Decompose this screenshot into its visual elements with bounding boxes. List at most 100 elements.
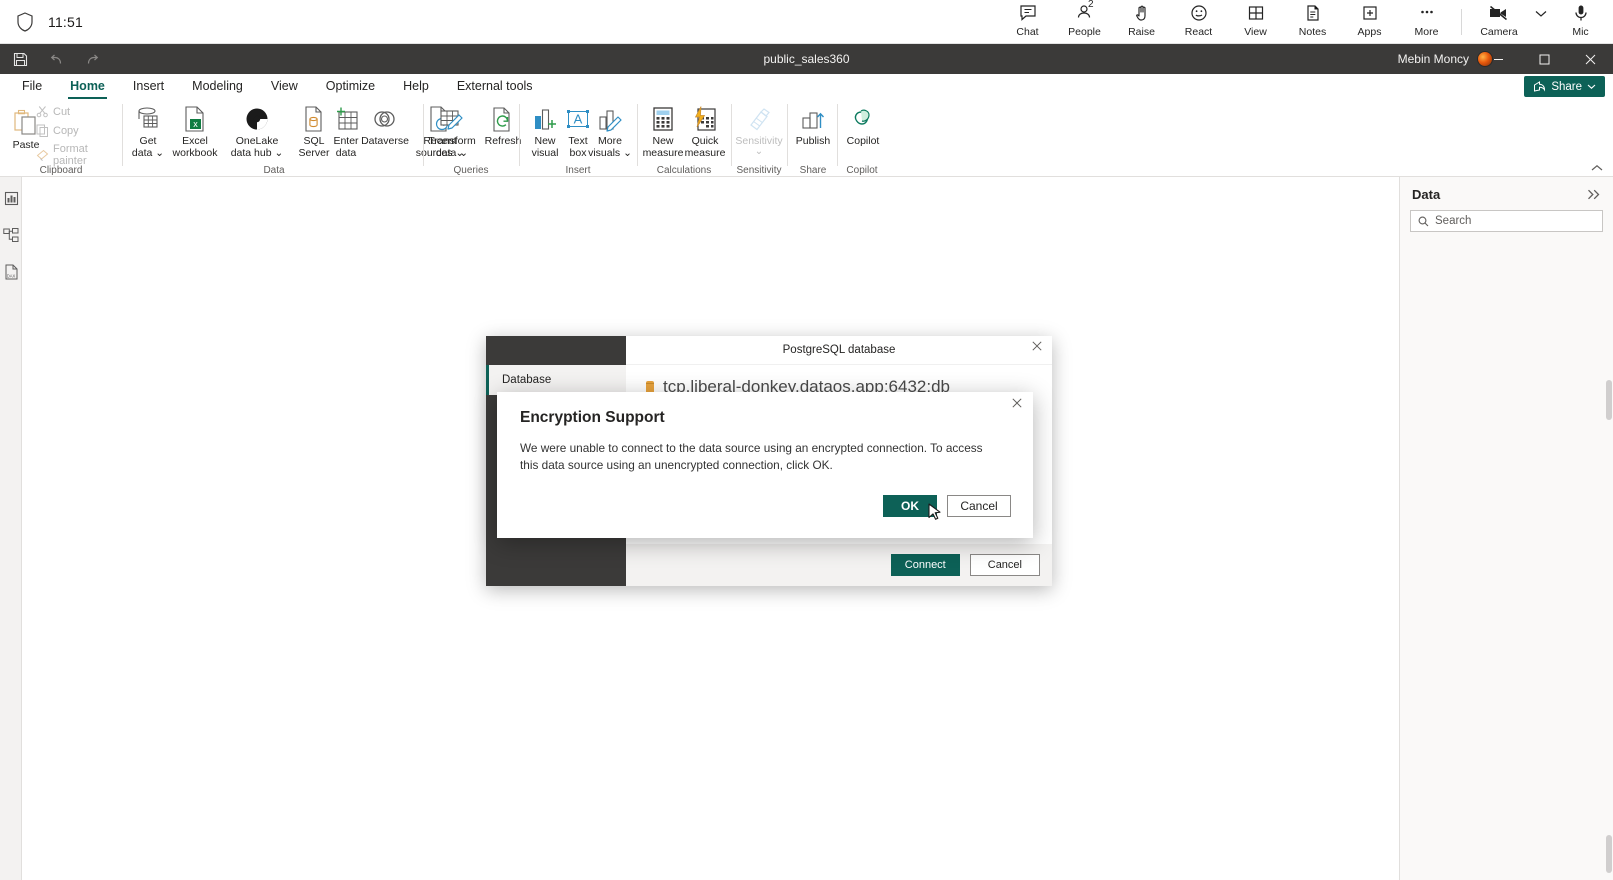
sidebar-item-dax-query-view[interactable]: DAX — [0, 256, 22, 288]
ribbon-divider — [731, 104, 732, 166]
sidebar-item-report-view[interactable] — [0, 182, 22, 214]
save-icon[interactable] — [8, 47, 32, 71]
redo-icon[interactable] — [80, 47, 104, 71]
data-pane-title: Data — [1412, 187, 1441, 202]
teams-react-button[interactable]: React — [1170, 0, 1227, 44]
teams-notes-label: Notes — [1298, 26, 1327, 38]
onelake-data-hub-icon — [244, 103, 270, 133]
format-painter-label: Format painter — [53, 143, 88, 167]
teams-more-label: More — [1414, 26, 1439, 38]
teams-more-button[interactable]: More — [1398, 0, 1455, 44]
excel-label-1: Excel — [182, 135, 208, 147]
teams-people-button[interactable]: 2 People — [1056, 0, 1113, 44]
tab-modeling[interactable]: Modeling — [178, 74, 257, 99]
quick-measure-label-1: Quick — [691, 135, 719, 147]
postgres-cancel-button[interactable]: Cancel — [969, 554, 1040, 576]
tab-optimize[interactable]: Optimize — [312, 74, 389, 99]
vertical-scrollbar-thumb[interactable] — [1606, 380, 1612, 420]
teams-notes-button[interactable]: Notes — [1284, 0, 1341, 44]
share-icon — [1533, 80, 1546, 93]
ok-button[interactable]: OK — [883, 495, 937, 517]
tab-file[interactable]: File — [8, 74, 56, 99]
ribbon-group-data: Get data ⌄ x Excel workbook OneLake data hu… — [124, 99, 464, 177]
text-box-label-2: box — [569, 146, 587, 159]
new-measure-button[interactable]: New measure — [639, 103, 687, 159]
close-button[interactable] — [1567, 44, 1613, 74]
dataverse-button[interactable]: Dataverse — [356, 103, 414, 148]
get-data-button[interactable]: Get data ⌄ — [124, 103, 172, 159]
tab-help[interactable]: Help — [389, 74, 443, 99]
connect-button[interactable]: Connect — [890, 554, 960, 576]
transform-data-button[interactable]: Transform data ⌄ — [425, 103, 479, 159]
ribbon-body: Paste Cut Copy Format painter Clipboard … — [0, 99, 1613, 177]
postgres-dialog-title: PostgreSQL database — [782, 344, 896, 356]
dax-query-icon: DAX — [4, 264, 19, 280]
teams-react-label: React — [1184, 26, 1213, 38]
vertical-scrollbar-thumb-lower[interactable] — [1606, 835, 1612, 873]
teams-toolbar-left: 11:51 — [8, 0, 83, 44]
ribbon-group-insert: New visual A Text box More visuals ⌄ Insert — [521, 99, 635, 177]
sensitivity-button[interactable]: Sensitivity ⌄ — [733, 103, 785, 156]
ribbon-tab-strip: File Home Insert Modeling View Optimize … — [0, 74, 1613, 99]
svg-text:DAX: DAX — [6, 274, 15, 279]
more-visuals-button[interactable]: More visuals ⌄ — [585, 103, 635, 159]
encryption-dialog-actions: OK Cancel — [883, 495, 1011, 517]
maximize-button[interactable] — [1521, 44, 1567, 74]
notes-icon — [1303, 0, 1323, 26]
postgres-dialog-actions: Connect Cancel — [890, 554, 1040, 576]
teams-raise-hand-button[interactable]: Raise — [1113, 0, 1170, 44]
onelake-data-hub-button[interactable]: OneLake data hub ⌄ — [227, 103, 287, 159]
collapse-ribbon-button[interactable] — [1591, 164, 1603, 172]
more-visuals-label-2: visuals — [588, 146, 621, 159]
chevron-down-icon: ⌄ — [754, 145, 764, 157]
publish-button[interactable]: Publish — [789, 103, 837, 148]
quick-measure-button[interactable]: Quick measure — [681, 103, 729, 159]
teams-apps-button[interactable]: Apps — [1341, 0, 1398, 44]
tab-external-tools[interactable]: External tools — [443, 74, 547, 99]
teams-apps-label: Apps — [1357, 26, 1382, 38]
copilot-button[interactable]: Copilot — [839, 103, 887, 148]
group-label-data: Data — [263, 165, 285, 176]
format-painter-button[interactable]: Format painter — [36, 143, 122, 167]
minimize-button[interactable] — [1475, 44, 1521, 74]
search-input[interactable]: Search — [1410, 210, 1603, 232]
excel-workbook-button[interactable]: x Excel workbook — [166, 103, 224, 159]
close-icon[interactable] — [1012, 398, 1022, 408]
group-label-insert: Insert — [565, 165, 591, 176]
cut-label: Cut — [53, 105, 71, 118]
model-relationships-icon — [3, 227, 19, 243]
tab-insert[interactable]: Insert — [119, 74, 178, 99]
new-measure-icon — [651, 103, 675, 133]
group-label-sensitivity: Sensitivity — [736, 165, 782, 176]
enter-data-label-1: Enter — [333, 135, 359, 147]
excel-label-2: workbook — [172, 146, 218, 159]
data-pane: Data Search — [1399, 177, 1613, 880]
copilot-label: Copilot — [846, 135, 880, 147]
teams-toolbar-actions: Chat 2 People Raise React View Notes App… — [999, 0, 1609, 44]
cancel-button[interactable]: Cancel — [947, 495, 1011, 517]
teams-view-button[interactable]: View — [1227, 0, 1284, 44]
ribbon-group-calculations: New measure Quick measure Calculations — [639, 99, 729, 177]
cut-button[interactable]: Cut — [36, 105, 70, 118]
postgres-nav-database[interactable]: Database — [486, 365, 626, 395]
tab-home[interactable]: Home — [56, 74, 119, 99]
share-button[interactable]: Share — [1524, 76, 1605, 97]
teams-camera-button[interactable]: Camera — [1468, 0, 1530, 44]
quick-measure-icon — [693, 103, 717, 133]
teams-mic-button[interactable]: Mic — [1552, 0, 1609, 44]
double-chevron-right-icon[interactable] — [1587, 189, 1601, 200]
tab-view[interactable]: View — [257, 74, 312, 99]
dataverse-label: Dataverse — [361, 135, 409, 147]
undo-icon[interactable] — [44, 47, 68, 71]
ribbon-group-sensitivity: Sensitivity ⌄ Sensitivity — [733, 99, 785, 177]
sidebar-item-model-view[interactable] — [0, 219, 22, 251]
enter-data-label-2: data — [335, 146, 357, 159]
teams-chat-button[interactable]: Chat — [999, 0, 1056, 44]
close-icon[interactable] — [1032, 341, 1042, 351]
chevron-down-icon — [1587, 84, 1596, 90]
postgres-dialog-header: PostgreSQL database — [626, 336, 1052, 365]
copy-label: Copy — [53, 124, 79, 137]
copy-button[interactable]: Copy — [36, 124, 79, 137]
onelake-label-1: OneLake — [235, 135, 279, 147]
camera-options-chevron[interactable] — [1530, 0, 1552, 44]
